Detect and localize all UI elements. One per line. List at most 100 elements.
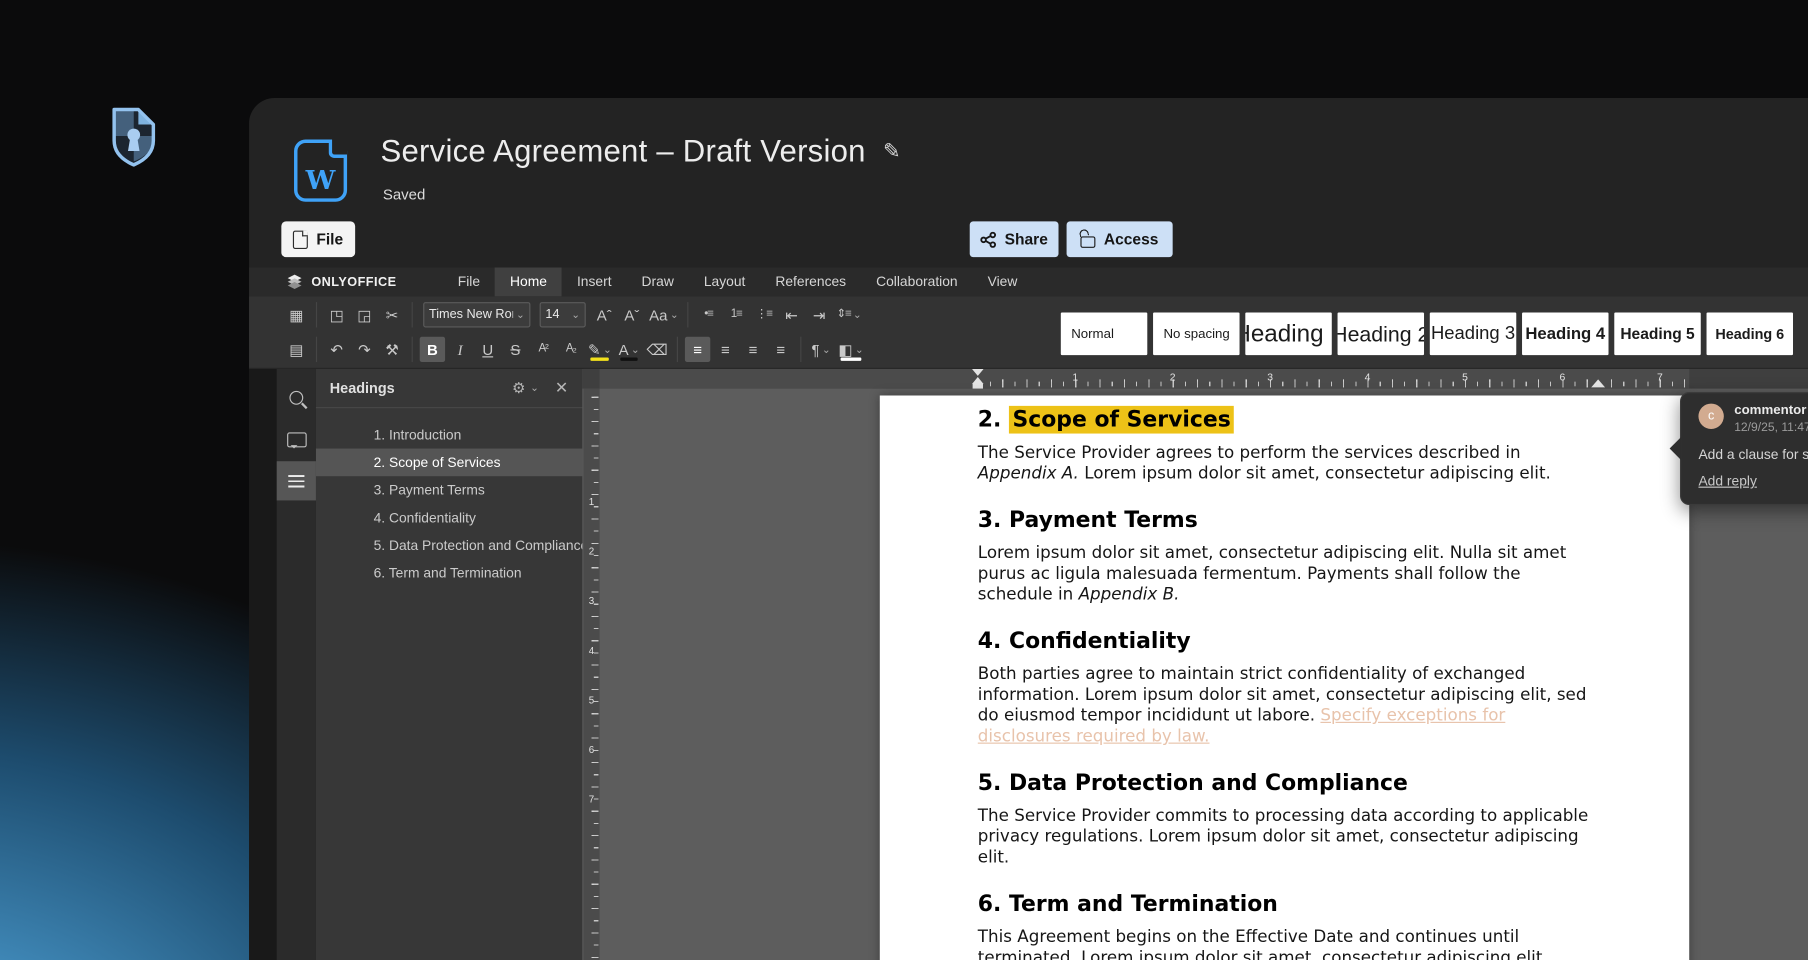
document-section: 6. Term and TerminationThis Agreement be… — [978, 891, 1598, 960]
style-heading-3[interactable]: Heading 3 — [1430, 312, 1516, 355]
horizontal-ruler[interactable]: 1234567 — [582, 369, 1808, 389]
clear-style-icon[interactable]: ⌫ — [644, 337, 670, 362]
undo-icon[interactable]: ↶ — [324, 337, 349, 362]
italic-icon[interactable]: I — [447, 337, 472, 362]
style-normal[interactable]: Normal — [1061, 312, 1147, 355]
underline-icon-glyph: U — [482, 342, 493, 357]
nav-item-2-scope-of-services[interactable]: 2. Scope of Services — [316, 449, 582, 477]
style-heading-4[interactable]: Heading 4 — [1522, 312, 1608, 355]
strikethrough-icon[interactable]: S — [503, 337, 528, 362]
document-icon-letter: W — [297, 165, 343, 196]
tab-references[interactable]: References — [760, 268, 861, 297]
cut-icon[interactable]: ✂ — [379, 302, 404, 327]
paragraph-marks-icon[interactable]: ¶⌄ — [808, 337, 833, 362]
save-icon-glyph: ▦ — [289, 307, 303, 322]
multilevel-list-icon[interactable]: ⋮≡ — [751, 302, 776, 327]
access-button[interactable]: Access — [1067, 221, 1173, 257]
redo-icon[interactable]: ↷ — [352, 337, 377, 362]
decrease-font-icon[interactable]: Aˇ — [619, 302, 644, 327]
align-left-icon[interactable]: ≡ — [685, 337, 710, 362]
line-spacing-icon[interactable]: ⇕≡⌄ — [834, 302, 864, 327]
hanging-indent-marker[interactable] — [972, 377, 984, 384]
document-area: L 1234567 1234567 2. Scope of ServicesTh… — [582, 369, 1808, 960]
bold-icon[interactable]: B — [420, 337, 445, 362]
save-icon[interactable]: ▦ — [284, 302, 309, 327]
increase-font-icon[interactable]: Aˆ — [592, 302, 617, 327]
toolbar: ▦◳◲✂Times New Roman⌄14⌄AˆAˇAa⌄•≡1≡⋮≡⇤⇥⇕≡… — [249, 296, 1808, 369]
search-button[interactable] — [277, 378, 316, 417]
justify-icon-glyph: ≡ — [776, 342, 785, 357]
format-painter-icon-glyph: ⚒ — [385, 342, 398, 357]
align-center-icon[interactable]: ≡ — [713, 337, 738, 362]
subscript-icon[interactable]: A₂ — [558, 337, 583, 362]
align-right-icon[interactable]: ≡ — [740, 337, 765, 362]
right-indent-marker[interactable] — [1591, 379, 1605, 387]
text-run: Lorem ipsum dolor sit amet, consectetur … — [1079, 465, 1551, 483]
superscript-icon[interactable]: A² — [530, 337, 555, 362]
align-right-icon-glyph: ≡ — [749, 342, 758, 357]
h-ruler-number: 7 — [1657, 371, 1663, 383]
highlight-color-icon[interactable]: ✎⌄ — [586, 337, 614, 362]
copy-icon[interactable]: ◳ — [324, 302, 349, 327]
style-heading-1[interactable]: Heading 1 — [1245, 312, 1331, 355]
screen: W Service Agreement – Draft Version ✎ Sa… — [0, 0, 1808, 960]
headings-settings-button[interactable]: ⚙⌄ — [512, 379, 539, 397]
first-line-indent-marker[interactable] — [972, 369, 984, 376]
chevron-down-icon: ⌄ — [822, 344, 831, 354]
document-section: 5. Data Protection and ComplianceThe Ser… — [978, 770, 1598, 868]
rename-pencil-icon[interactable]: ✎ — [883, 140, 900, 164]
navigation-button[interactable] — [277, 461, 316, 500]
nav-item-1-introduction[interactable]: 1. Introduction — [316, 421, 582, 449]
commenter-name: commentor — [1734, 404, 1808, 419]
shading-icon-glyph: ◧ — [838, 342, 852, 357]
section-heading: 4. Confidentiality — [978, 628, 1598, 653]
paragraph: The Service Provider commits to processi… — [978, 806, 1598, 868]
change-case-icon[interactable]: Aa⌄ — [647, 302, 681, 327]
nav-item-4-confidentiality[interactable]: 4. Confidentiality — [316, 504, 582, 532]
style-heading-6[interactable]: Heading 6 — [1707, 312, 1793, 355]
decrease-font-icon-glyph: Aˇ — [624, 307, 639, 322]
justify-icon[interactable]: ≡ — [768, 337, 793, 362]
paste-icon[interactable]: ◲ — [352, 302, 377, 327]
vertical-ruler[interactable]: 1234567 — [583, 389, 599, 960]
share-button[interactable]: Share — [970, 221, 1059, 257]
combo-font-name-combo[interactable]: Times New Roman⌄ — [423, 302, 530, 327]
font-color-icon[interactable]: A⌄ — [616, 337, 642, 362]
style-no-spacing[interactable]: No spacing — [1153, 312, 1239, 355]
close-panel-button[interactable]: ✕ — [555, 378, 569, 398]
subscript-icon-glyph: A₂ — [566, 344, 576, 356]
combo-font-size-combo[interactable]: 14⌄ — [540, 302, 586, 327]
italic-icon-glyph: I — [458, 342, 463, 357]
app-window: W Service Agreement – Draft Version ✎ Sa… — [249, 98, 1808, 960]
style-heading-5[interactable]: Heading 5 — [1614, 312, 1700, 355]
left-indent-marker[interactable] — [973, 384, 983, 389]
add-reply-link[interactable]: Add reply — [1698, 473, 1756, 489]
numbered-list-icon[interactable]: 1≡ — [723, 302, 748, 327]
document-file-icon: W — [294, 140, 347, 202]
increase-indent-icon[interactable]: ⇥ — [807, 302, 832, 327]
tab-home[interactable]: Home — [495, 268, 562, 297]
increase-font-icon-glyph: Aˆ — [597, 307, 612, 322]
tab-layout[interactable]: Layout — [689, 268, 761, 297]
tab-collaboration[interactable]: Collaboration — [861, 268, 973, 297]
tab-insert[interactable]: Insert — [562, 268, 627, 297]
style-heading-2[interactable]: Heading 2 — [1338, 312, 1424, 355]
font-size-combo-value: 14 — [545, 308, 559, 322]
nav-item-5-data-protection-and-compliance[interactable]: 5. Data Protection and Compliance — [316, 532, 582, 560]
file-button[interactable]: File — [281, 221, 355, 257]
tab-view[interactable]: View — [973, 268, 1033, 297]
shading-icon[interactable]: ◧⌄ — [836, 337, 866, 362]
bullet-list-icon[interactable]: •≡ — [696, 302, 721, 327]
tab-draw[interactable]: Draw — [627, 268, 689, 297]
document-page[interactable]: 2. Scope of ServicesThe Service Provider… — [880, 395, 1689, 960]
format-painter-icon[interactable]: ⚒ — [379, 337, 404, 362]
underline-icon[interactable]: U — [475, 337, 500, 362]
editor-main: Headings ⚙⌄ ✕ 1. Introduction2. Scope of… — [249, 369, 1808, 960]
decrease-indent-icon[interactable]: ⇤ — [779, 302, 804, 327]
tab-file[interactable]: File — [443, 268, 495, 297]
nav-item-3-payment-terms[interactable]: 3. Payment Terms — [316, 476, 582, 504]
comments-button[interactable] — [277, 420, 316, 459]
print-icon[interactable]: ▤ — [284, 337, 309, 362]
comment-popup: c commentor 12/9/25, 11:47 AM Add a clau… — [1680, 392, 1808, 505]
nav-item-6-term-and-termination[interactable]: 6. Term and Termination — [316, 559, 582, 587]
